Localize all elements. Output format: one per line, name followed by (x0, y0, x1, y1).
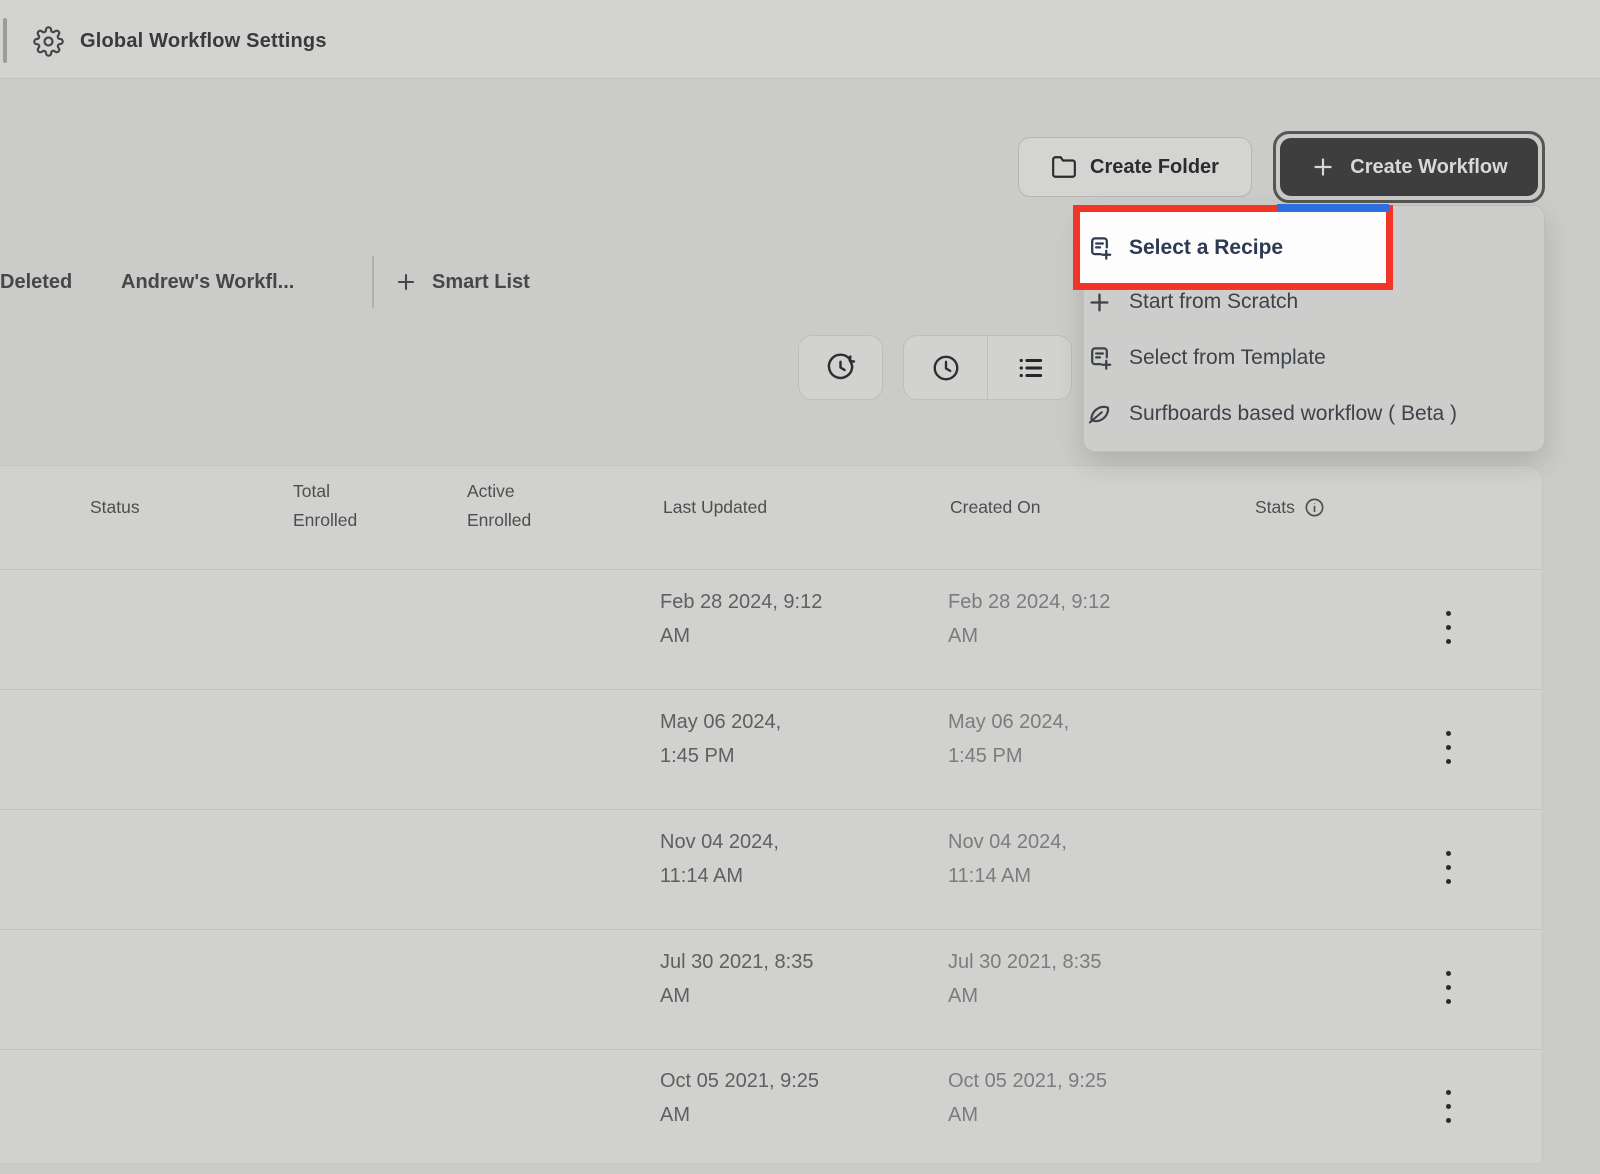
column-header-last-updated: Last Updated (663, 493, 767, 522)
divider (0, 809, 1543, 810)
tab-deleted[interactable]: Deleted (0, 262, 72, 302)
cell-last-updated: Jul 30 2021, 8:35AM (660, 945, 888, 1013)
add-smart-list-button[interactable]: Smart List (394, 262, 530, 302)
global-workflow-settings-link[interactable]: Global Workflow Settings (33, 24, 327, 58)
cell-created-on: May 06 2024,1:45 PM (948, 705, 1176, 773)
smart-list-label: Smart List (432, 271, 530, 294)
cell-created-on: Jul 30 2021, 8:35AM (948, 945, 1176, 1013)
divider (0, 929, 1543, 930)
cell-created-on: Nov 04 2024,11:14 AM (948, 825, 1176, 893)
list-icon (1015, 353, 1045, 383)
cell-last-updated: Nov 04 2024,11:14 AM (660, 825, 888, 893)
plus-icon (394, 270, 418, 294)
menu-item-label: Select from Template (1129, 346, 1326, 370)
column-header-total-enrolled: Total Enrolled (293, 477, 379, 535)
divider (0, 689, 1543, 690)
create-workflow-button[interactable]: Create Workflow (1273, 131, 1545, 203)
clock-icon (931, 353, 961, 383)
cell-created-on: Feb 28 2024, 9:12AM (948, 585, 1176, 653)
history-view-button[interactable] (798, 335, 883, 400)
history-clock-icon (825, 352, 856, 383)
page-title: Global Workflow Settings (80, 30, 327, 53)
menu-item-label: Surfboards based workflow ( Beta ) (1129, 402, 1457, 426)
folder-icon (1051, 154, 1077, 180)
menu-item-surfboards-based-workflow[interactable]: Surfboards based workflow ( Beta ) (1086, 386, 1526, 442)
row-actions-menu-button[interactable] (1433, 1083, 1463, 1129)
cell-last-updated: May 06 2024,1:45 PM (660, 705, 888, 773)
tab-divider (372, 256, 374, 308)
menu-item-select-from-template[interactable]: Select from Template (1086, 330, 1526, 386)
create-folder-button[interactable]: Create Folder (1018, 137, 1252, 197)
divider (0, 569, 1543, 570)
column-header-status: Status (90, 493, 140, 522)
workflows-page: Global Workflow Settings Create Folder C… (0, 0, 1600, 1174)
view-toggle-group (903, 335, 1072, 400)
list-view-button[interactable] (987, 336, 1071, 399)
tab-andrews-workflows[interactable]: Andrew's Workfl... (121, 262, 294, 302)
document-plus-icon (1086, 345, 1113, 372)
column-header-active-enrolled: Active Enrolled (467, 477, 553, 535)
recent-view-button[interactable] (904, 336, 987, 399)
menu-item-label: Start from Scratch (1129, 290, 1298, 314)
row-actions-menu-button[interactable] (1433, 724, 1463, 770)
column-header-stats: Stats (1255, 493, 1325, 522)
row-actions-menu-button[interactable] (1433, 964, 1463, 1010)
menu-top-accent-bar (1277, 204, 1389, 211)
tour-highlight-box (1073, 205, 1393, 290)
cell-created-on: Oct 05 2021, 9:25AM (948, 1064, 1176, 1132)
cell-last-updated: Feb 28 2024, 9:12AM (660, 585, 888, 653)
column-header-created-on: Created On (950, 493, 1040, 522)
scrollbar-nub (3, 18, 7, 63)
divider (0, 1049, 1543, 1050)
gear-icon (33, 26, 64, 57)
plus-icon (1086, 289, 1113, 316)
row-actions-menu-button[interactable] (1433, 844, 1463, 890)
row-actions-menu-button[interactable] (1433, 604, 1463, 650)
create-workflow-label: Create Workflow (1350, 156, 1507, 179)
create-folder-label: Create Folder (1090, 156, 1219, 179)
tab-deleted-label: Deleted (0, 271, 72, 294)
tab-andrews-workflows-label: Andrew's Workfl... (121, 271, 294, 294)
info-icon[interactable] (1304, 497, 1325, 518)
surfboard-icon (1086, 401, 1113, 428)
stats-label: Stats (1255, 493, 1295, 522)
cell-last-updated: Oct 05 2021, 9:25AM (660, 1064, 888, 1132)
plus-icon (1310, 154, 1336, 180)
